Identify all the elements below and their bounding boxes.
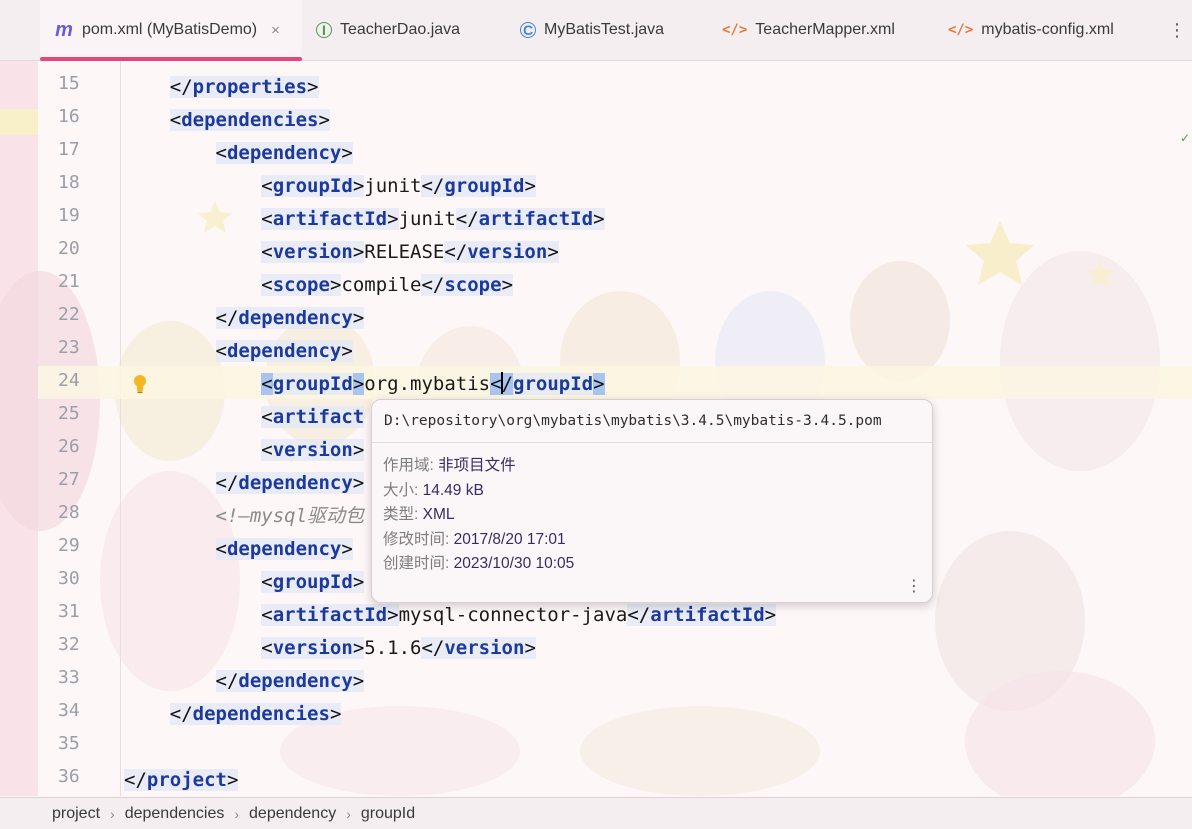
popup-value: 14.49 kB xyxy=(422,482,484,499)
code-line[interactable]: <artifactId>mysql-connector-java</artifa… xyxy=(124,600,777,630)
line-number: 26 xyxy=(58,436,80,457)
more-options-icon[interactable]: ⋮ xyxy=(906,576,922,596)
tab-label: mybatis-config.xml xyxy=(981,21,1114,38)
line-number: 22 xyxy=(58,304,80,325)
popup-value: XML xyxy=(422,506,455,523)
line-number: 21 xyxy=(58,271,80,292)
popup-row-created: 创建时间: 2023/10/30 10:05 xyxy=(383,551,574,573)
line-number: 34 xyxy=(58,700,80,721)
code-line[interactable]: <dependency> xyxy=(124,336,353,366)
line-number: 15 xyxy=(58,73,80,94)
popup-row-type: 类型: XML xyxy=(383,502,455,524)
line-number: 36 xyxy=(58,766,80,787)
code-line[interactable]: </dependency> xyxy=(124,303,365,333)
breadcrumb-item-dependencies[interactable]: dependencies xyxy=(125,805,225,823)
breadcrumb-item-groupid[interactable]: groupId xyxy=(361,805,415,823)
popup-value: 2017/8/20 17:01 xyxy=(453,531,566,548)
chevron-right-icon: › xyxy=(110,805,115,822)
line-number: 23 xyxy=(58,337,80,358)
code-line[interactable]: <version>RELEASE</version> xyxy=(124,237,559,267)
tab-mybatistest-java[interactable]: C MyBatisTest.java xyxy=(520,0,664,60)
interface-icon: I xyxy=(316,22,332,38)
line-number: 24 xyxy=(58,370,80,391)
tab-label: TeacherDao.java xyxy=(340,21,461,38)
line-number: 35 xyxy=(58,733,80,754)
popup-divider xyxy=(372,442,932,443)
code-line[interactable]: <artifact xyxy=(124,402,365,432)
tab-label: MyBatisTest.java xyxy=(544,21,665,38)
maven-m-icon: m xyxy=(55,18,73,41)
code-line[interactable]: </properties> xyxy=(124,72,319,102)
left-edge-strip xyxy=(0,61,38,796)
breadcrumb-item-project[interactable]: project xyxy=(52,805,100,823)
code-line[interactable]: <dependency> xyxy=(124,138,353,168)
popup-key: 作用域: xyxy=(383,457,439,474)
line-number: 19 xyxy=(58,205,80,226)
xml-file-icon: </> xyxy=(948,22,974,38)
xml-file-icon: </> xyxy=(722,22,748,38)
popup-key: 创建时间: xyxy=(383,555,454,572)
line-number: 16 xyxy=(58,106,80,127)
line-number: 17 xyxy=(58,139,80,160)
code-line[interactable]: <groupId>org.mybatis</groupId> xyxy=(124,369,605,399)
code-line[interactable]: <version>5.1.6</version> xyxy=(124,633,536,663)
class-icon: C xyxy=(520,22,536,38)
line-number: 31 xyxy=(58,601,80,622)
code-line[interactable]: </dependencies> xyxy=(124,699,342,729)
popup-key: 修改时间: xyxy=(383,531,454,548)
popup-row-modified: 修改时间: 2017/8/20 17:01 xyxy=(383,527,566,549)
code-line[interactable]: </dependency> xyxy=(124,666,365,696)
chevron-right-icon: › xyxy=(234,805,240,822)
line-number: 28 xyxy=(58,502,80,523)
tab-label: pom.xml (MyBatisDemo) xyxy=(82,21,258,38)
code-line[interactable]: <dependencies> xyxy=(124,105,330,135)
popup-value: 非项目文件 xyxy=(438,457,516,474)
line-number: 30 xyxy=(58,568,80,589)
code-line[interactable]: <!—mysql驱动包 xyxy=(124,501,365,531)
popup-row-size: 大小: 14.49 kB xyxy=(383,478,484,500)
code-line[interactable]: <groupId> xyxy=(124,567,365,597)
chevron-right-icon: › xyxy=(346,805,351,822)
file-info-popup: D:\repository\org\mybatis\mybatis\3.4.5\… xyxy=(371,399,933,603)
line-number: 32 xyxy=(58,634,80,655)
code-line[interactable]: </project> xyxy=(124,765,239,795)
breadcrumb-item-dependency[interactable]: dependency xyxy=(249,805,336,823)
line-number: 18 xyxy=(58,172,80,193)
popup-value: 2023/10/30 10:05 xyxy=(453,555,575,572)
tab-mybatis-config-xml[interactable]: </> mybatis-config.xml xyxy=(948,0,1114,60)
tab-label: TeacherMapper.xml xyxy=(755,21,895,38)
code-line[interactable]: <scope>compile</scope> xyxy=(124,270,514,300)
code-line[interactable]: <dependency> xyxy=(124,534,353,564)
line-number: 25 xyxy=(58,403,80,424)
line-number: 29 xyxy=(58,535,80,556)
more-tabs-icon[interactable]: ⋮ xyxy=(1168,0,1186,60)
code-line[interactable]: </dependency> xyxy=(124,468,365,498)
popup-key: 大小: xyxy=(383,482,423,499)
tab-pom-xml[interactable]: m pom.xml (MyBatisDemo) × xyxy=(40,0,302,61)
inspection-ok-icon[interactable]: ✓ xyxy=(1180,131,1190,145)
line-number: 33 xyxy=(58,667,80,688)
code-line[interactable]: <version> xyxy=(124,435,365,465)
tab-teacherdao-java[interactable]: I TeacherDao.java xyxy=(316,0,460,60)
editor-tab-bar: m pom.xml (MyBatisDemo) × I TeacherDao.j… xyxy=(0,0,1192,61)
popup-key: 类型: xyxy=(383,506,423,523)
code-line[interactable]: <artifactId>junit</artifactId> xyxy=(124,204,605,234)
popup-row-scope: 作用域: 非项目文件 xyxy=(383,453,516,475)
close-icon[interactable]: × xyxy=(271,22,280,39)
line-number: 27 xyxy=(58,469,80,490)
line-number: 20 xyxy=(58,238,80,259)
breadcrumb: project › dependencies › dependency › gr… xyxy=(0,797,1192,829)
code-line[interactable]: <groupId>junit</groupId> xyxy=(124,171,536,201)
file-path[interactable]: D:\repository\org\mybatis\mybatis\3.4.5\… xyxy=(384,413,882,429)
tab-teachermapper-xml[interactable]: </> TeacherMapper.xml xyxy=(722,0,895,60)
